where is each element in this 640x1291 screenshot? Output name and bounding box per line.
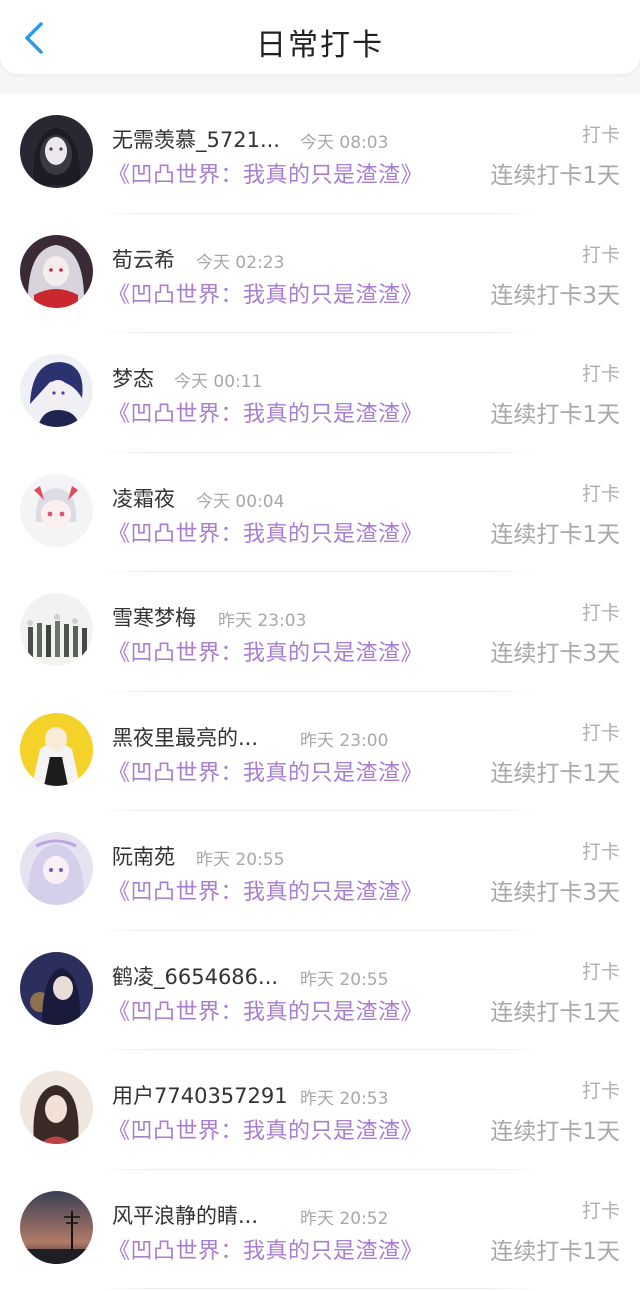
checkin-tag: 打卡 [581, 1080, 620, 1102]
avatar[interactable] [20, 593, 93, 666]
user-name: 凌霜夜 [112, 486, 175, 511]
list-item[interactable]: 荀云希 今天 02:23 《凹凸世界：我真的只是渣渣》 打卡 连续打卡3天 [0, 214, 640, 333]
list-item[interactable]: 阮南苑 昨天 20:55 《凹凸世界：我真的只是渣渣》 打卡 连续打卡3天 [0, 811, 640, 931]
list-item[interactable]: 梦态 今天 00:11 《凹凸世界：我真的只是渣渣》 打卡 连续打卡1天 [0, 333, 640, 453]
user-name: 用户7740357291 [112, 1084, 288, 1108]
avatar[interactable] [20, 951, 93, 1025]
user-name: 梦态 [112, 367, 154, 391]
checkin-tag: 打卡 [581, 841, 620, 863]
avatar[interactable] [20, 712, 93, 786]
user-name: 阮南苑 [112, 845, 175, 869]
user-name: 风平浪静的睛... [112, 1203, 259, 1228]
checkin-time: 今天 00:11 [174, 372, 263, 392]
streak-count: 连续打卡1天 [490, 760, 620, 787]
top-bar: 日常打卡 [0, 0, 640, 74]
streak-count: 连续打卡1天 [490, 402, 620, 428]
user-name: 荀云希 [112, 247, 175, 272]
avatar[interactable] [20, 1071, 93, 1144]
list-item[interactable]: 黑夜里最亮的... 昨天 23:00 《凹凸世界：我真的只是渣渣》 打卡 连续打… [0, 692, 640, 811]
avatar[interactable] [20, 473, 93, 547]
streak-count: 连续打卡1天 [490, 521, 620, 548]
checkin-time: 昨天 20:53 [300, 1089, 389, 1109]
streak-count: 连续打卡3天 [490, 880, 620, 906]
checkin-time: 昨天 23:00 [300, 730, 389, 751]
book-title-link[interactable]: 《凹凸世界：我真的只是渣渣》 [108, 635, 423, 667]
book-title-link[interactable]: 《凹凸世界：我真的只是渣渣》 [108, 994, 423, 1026]
book-title-link[interactable]: 《凹凸世界：我真的只是渣渣》 [108, 1233, 423, 1265]
streak-count: 连续打卡1天 [490, 1119, 620, 1145]
checkin-time: 昨天 20:55 [196, 850, 285, 870]
checkin-tag: 打卡 [581, 482, 620, 505]
checkin-time: 今天 02:23 [196, 252, 285, 273]
checkin-tag: 打卡 [581, 1199, 620, 1222]
book-title-link[interactable]: 《凹凸世界：我真的只是渣渣》 [108, 277, 423, 309]
checkin-tag: 打卡 [581, 960, 620, 983]
user-name: 无需羡慕_5721... [112, 128, 280, 152]
streak-count: 连续打卡3天 [490, 282, 620, 309]
user-name: 鹤凌_6654686... [112, 964, 279, 989]
avatar[interactable] [20, 1190, 93, 1264]
checkin-time: 今天 08:03 [300, 133, 389, 153]
checkin-time: 今天 00:04 [196, 491, 285, 512]
checkin-list: 无需羡慕_5721... 今天 08:03 《凹凸世界：我真的只是渣渣》 打卡 … [0, 94, 640, 1291]
book-title-link[interactable]: 《凹凸世界：我真的只是渣渣》 [108, 396, 423, 428]
checkin-tag: 打卡 [581, 721, 620, 744]
user-name: 雪寒梦梅 [112, 606, 196, 630]
list-item[interactable]: 雪寒梦梅 昨天 23:03 《凹凸世界：我真的只是渣渣》 打卡 连续打卡3天 [0, 572, 640, 692]
book-title-link[interactable]: 《凹凸世界：我真的只是渣渣》 [108, 755, 423, 787]
checkin-time: 昨天 23:03 [218, 611, 307, 631]
checkin-tag: 打卡 [581, 602, 620, 624]
divider [96, 1288, 541, 1289]
avatar[interactable] [20, 115, 93, 188]
avatar[interactable] [20, 832, 93, 905]
list-item[interactable]: 风平浪静的睛... 昨天 20:52 《凹凸世界：我真的只是渣渣》 打卡 连续打… [0, 1170, 640, 1289]
checkin-tag: 打卡 [581, 363, 620, 385]
avatar[interactable] [20, 354, 93, 427]
list-item[interactable]: 鹤凌_6654686... 昨天 20:55 《凹凸世界：我真的只是渣渣》 打卡… [0, 931, 640, 1050]
checkin-tag: 打卡 [581, 124, 620, 146]
checkin-time: 昨天 20:52 [300, 1208, 389, 1229]
book-title-link[interactable]: 《凹凸世界：我真的只是渣渣》 [108, 874, 423, 906]
list-item[interactable]: 用户7740357291 昨天 20:53 《凹凸世界：我真的只是渣渣》 打卡 … [0, 1050, 640, 1170]
checkin-tag: 打卡 [581, 243, 620, 266]
list-item[interactable]: 凌霜夜 今天 00:04 《凹凸世界：我真的只是渣渣》 打卡 连续打卡1天 [0, 453, 640, 572]
streak-count: 连续打卡1天 [490, 163, 620, 189]
book-title-link[interactable]: 《凹凸世界：我真的只是渣渣》 [108, 157, 423, 189]
page-title: 日常打卡 [256, 28, 384, 63]
checkin-time: 昨天 20:55 [300, 969, 389, 990]
streak-count: 连续打卡3天 [490, 641, 620, 667]
user-name: 黑夜里最亮的... [112, 725, 259, 750]
book-title-link[interactable]: 《凹凸世界：我真的只是渣渣》 [108, 516, 423, 548]
avatar[interactable] [20, 234, 93, 308]
streak-count: 连续打卡1天 [490, 999, 620, 1026]
book-title-link[interactable]: 《凹凸世界：我真的只是渣渣》 [108, 1113, 423, 1145]
list-item[interactable]: 无需羡慕_5721... 今天 08:03 《凹凸世界：我真的只是渣渣》 打卡 … [0, 94, 640, 214]
streak-count: 连续打卡1天 [490, 1238, 620, 1265]
